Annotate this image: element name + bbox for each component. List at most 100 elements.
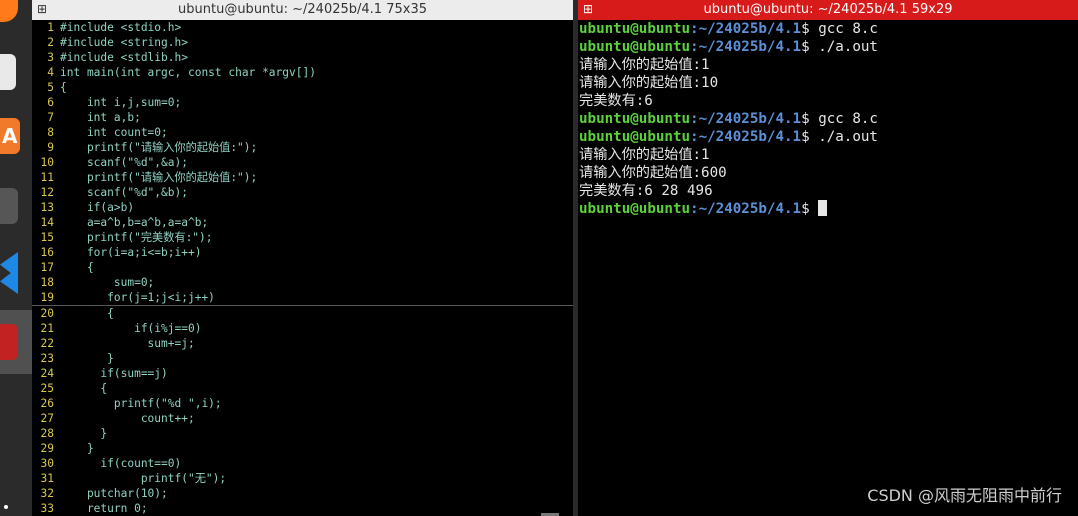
code-line[interactable]: 28 } — [32, 426, 573, 441]
code-line[interactable]: 29 } — [32, 441, 573, 456]
code-line[interactable]: 32 putchar(10); — [32, 486, 573, 501]
prompt-symbol: $ — [801, 39, 819, 55]
terminal-prompt-line: ubuntu@ubuntu:~/24025b/4.1$ ./a.out — [579, 128, 1078, 146]
prompt-symbol: $ — [801, 111, 819, 127]
line-number: 2 — [47, 36, 54, 49]
code-text: sum+=j; — [60, 337, 195, 350]
code-line[interactable]: 19 for(j=1;j<i;j++) — [32, 290, 573, 306]
code-text: } — [60, 442, 94, 455]
code-line[interactable]: 23 } — [32, 351, 573, 366]
left-window-title: ubuntu@ubuntu: ~/24025b/4.1 75x35 — [178, 2, 427, 17]
prompt-path: :~/24025b/4.1 — [690, 111, 802, 127]
code-line[interactable]: 14 a=a^b,b=a^b,a=a^b; — [32, 215, 573, 230]
code-line[interactable]: 6 int i,j,sum=0; — [32, 95, 573, 110]
prompt-user: ubuntu@ubuntu — [579, 111, 691, 127]
code-text: #include <stdio.h> — [60, 21, 182, 34]
line-number: 9 — [47, 141, 54, 154]
line-number: 12 — [40, 186, 54, 199]
code-text: { — [60, 382, 108, 395]
code-line[interactable]: 33 return 0; — [32, 501, 573, 516]
code-line[interactable]: 3 #include <stdlib.h> — [32, 50, 573, 65]
prompt-user: ubuntu@ubuntu — [579, 21, 691, 37]
prompt-path: :~/24025b/4.1 — [690, 201, 802, 217]
terminal-launcher[interactable] — [0, 310, 32, 374]
window-grid-icon[interactable]: ⊞ — [582, 3, 594, 15]
left-window-titlebar[interactable]: ⊞ ubuntu@ubuntu: ~/24025b/4.1 75x35 — [32, 0, 573, 20]
code-line[interactable]: 1 #include <stdio.h> — [32, 20, 573, 35]
code-line[interactable]: 7 int a,b; — [32, 110, 573, 125]
code-line[interactable]: 17 { — [32, 260, 573, 275]
csdn-watermark: CSDN @风雨无阻雨中前行 — [867, 486, 1062, 505]
prompt-path: :~/24025b/4.1 — [690, 129, 802, 145]
code-line[interactable]: 16 for(i=a;i<=b;i++) — [32, 245, 573, 260]
terminal-output-line: 完美数有:6 — [579, 92, 1078, 110]
code-line[interactable]: 27 count++; — [32, 411, 573, 426]
firefox-launcher[interactable] — [0, 0, 32, 26]
code-line[interactable]: 12 scanf("%d",&b); — [32, 185, 573, 200]
code-text: putchar(10); — [60, 487, 168, 500]
code-text: for(j=1;j<i;j++) — [60, 291, 215, 304]
terminal-output[interactable]: ubuntu@ubuntu:~/24025b/4.1$ gcc 8.c ubunt… — [578, 20, 1078, 516]
code-line[interactable]: 26 printf("%d ",i); — [32, 396, 573, 411]
terminal-output-line: 请输入你的起始值:1 — [579, 56, 1078, 74]
line-number: 21 — [40, 322, 54, 335]
line-number: 16 — [40, 246, 54, 259]
line-number: 3 — [47, 51, 54, 64]
app-store-launcher[interactable]: A — [0, 116, 32, 156]
right-terminal-window[interactable]: ⊞ ubuntu@ubuntu: ~/24025b/4.1 59x29 ubun… — [578, 0, 1078, 516]
output-text: 请输入你的起始值:1 — [579, 147, 710, 163]
code-line[interactable]: 30 if(count==0) — [32, 456, 573, 471]
line-number: 4 — [47, 66, 54, 79]
code-line[interactable]: 24 if(sum==j) — [32, 366, 573, 381]
code-line[interactable]: 21 if(i%j==0) — [32, 321, 573, 336]
line-number: 27 — [40, 412, 54, 425]
app-store-icon: A — [0, 118, 20, 154]
code-text: { — [60, 81, 67, 94]
left-terminal-window[interactable]: ⊞ ubuntu@ubuntu: ~/24025b/4.1 75x35 1 #in… — [32, 0, 573, 516]
terminal-icon — [0, 324, 18, 360]
terminal-prompt-line: ubuntu@ubuntu:~/24025b/4.1$ gcc 8.c — [579, 20, 1078, 38]
window-grid-icon[interactable]: ⊞ — [36, 3, 48, 15]
code-line[interactable]: 15 printf("完美数有:"); — [32, 230, 573, 245]
vim-editor[interactable]: 1 #include <stdio.h> 2 #include <string.h> 3… — [32, 20, 573, 516]
code-line[interactable]: 22 sum+=j; — [32, 336, 573, 351]
code-line[interactable]: 9 printf("请输入你的起始值:"); — [32, 140, 573, 155]
files-icon — [0, 54, 16, 90]
line-number: 10 — [40, 156, 54, 169]
output-text: 请输入你的起始值:600 — [579, 165, 727, 181]
terminal-output-line: 请输入你的起始值:600 — [579, 164, 1078, 182]
code-text: printf("请输入你的起始值:"); — [60, 141, 258, 154]
output-text: 请输入你的起始值:1 — [579, 57, 710, 73]
code-line[interactable]: 13 if(a>b) — [32, 200, 573, 215]
code-line[interactable]: 20 { — [32, 306, 573, 321]
code-line[interactable]: 18 sum=0; — [32, 275, 573, 290]
code-line[interactable]: 31 printf("无"); — [32, 471, 573, 486]
code-line[interactable]: 5{ — [32, 80, 573, 95]
code-line[interactable]: 25 { — [32, 381, 573, 396]
code-text: { — [60, 261, 94, 274]
line-number: 7 — [47, 111, 54, 124]
code-text: if(a>b) — [60, 201, 135, 214]
code-text: int count=0; — [60, 126, 168, 139]
code-text: #include <stdlib.h> — [60, 51, 188, 64]
code-line[interactable]: 2 #include <string.h> — [32, 35, 573, 50]
code-line[interactable]: 11 printf("请输入你的起始值:"); — [32, 170, 573, 185]
files-launcher[interactable] — [0, 52, 32, 92]
line-number: 11 — [40, 171, 54, 184]
code-line[interactable]: 4 int main(int argc, const char *argv[]) — [32, 65, 573, 80]
line-number: 25 — [40, 382, 54, 395]
terminal-output-line: 请输入你的起始值:1 — [579, 146, 1078, 164]
line-number: 28 — [40, 427, 54, 440]
line-number: 23 — [40, 352, 54, 365]
vscode-icon — [0, 252, 18, 294]
terminal-prompt-line: ubuntu@ubuntu:~/24025b/4.1$ — [579, 200, 1078, 218]
vscode-launcher[interactable] — [0, 252, 32, 296]
settings-launcher[interactable] — [0, 186, 32, 226]
code-line[interactable]: 10 scanf("%d",&a); — [32, 155, 573, 170]
code-text: for(i=a;i<=b;i++) — [60, 246, 202, 259]
right-window-titlebar[interactable]: ⊞ ubuntu@ubuntu: ~/24025b/4.1 59x29 — [578, 0, 1078, 20]
command-text: gcc 8.c — [818, 111, 878, 127]
code-line[interactable]: 8 int count=0; — [32, 125, 573, 140]
output-text: 请输入你的起始值:10 — [579, 75, 719, 91]
line-number: 29 — [40, 442, 54, 455]
